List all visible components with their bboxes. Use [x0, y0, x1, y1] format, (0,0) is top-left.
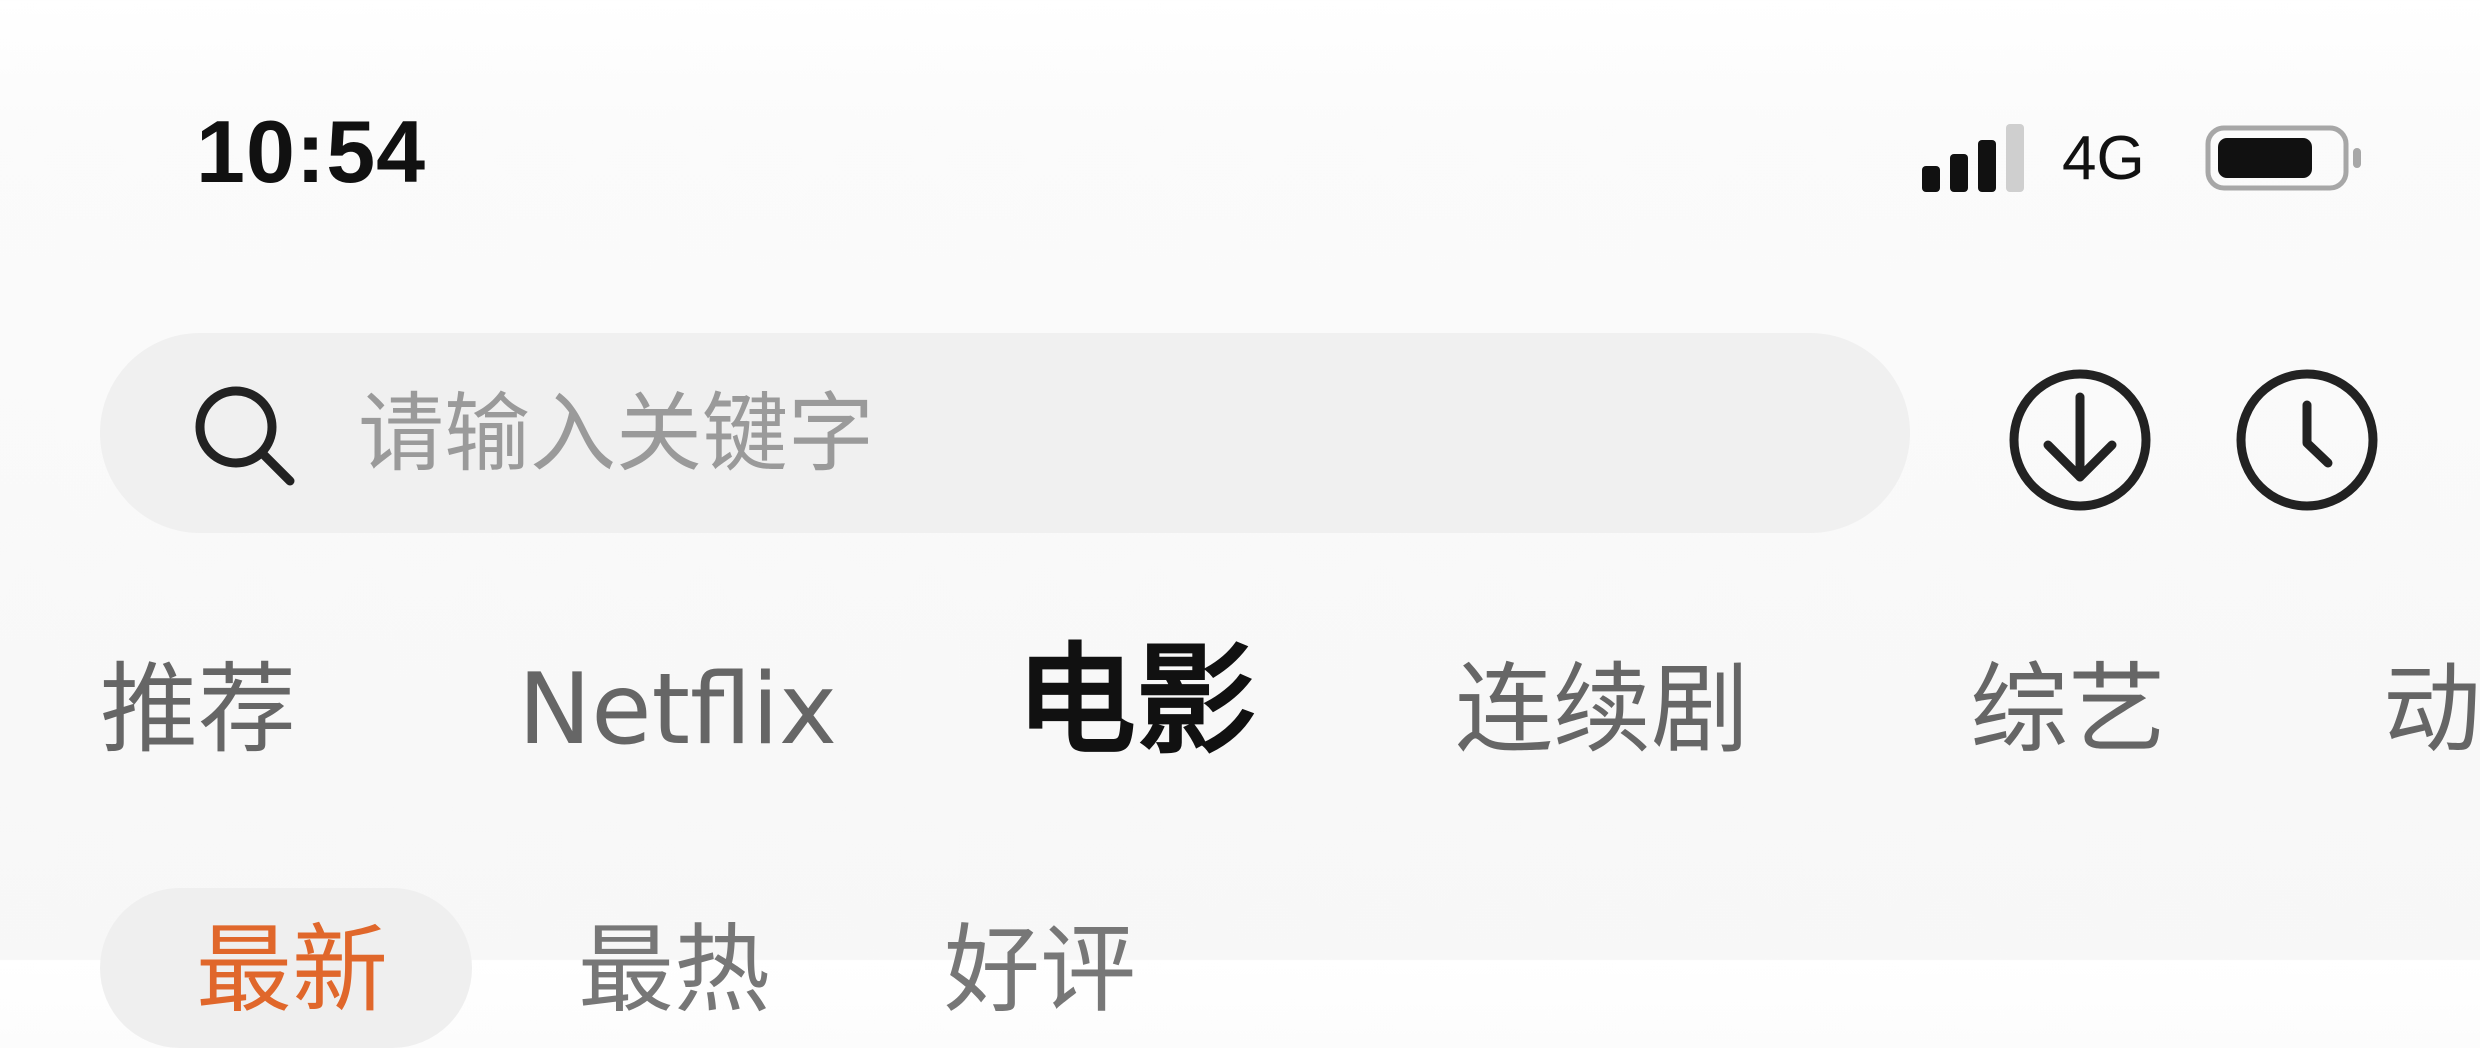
network-type: 4G [2062, 124, 2145, 193]
search-input[interactable]: 请输入关键字 [100, 333, 1910, 533]
tab-anime[interactable]: 动 [2383, 640, 2480, 780]
search-icon [195, 386, 295, 486]
signal-icon [1922, 124, 2024, 192]
subtab-latest[interactable]: 最新 [196, 922, 388, 1018]
download-icon[interactable] [2005, 365, 2155, 515]
tab-netflix[interactable]: Netflix [518, 640, 837, 780]
category-tabs: 推荐 Netflix 电影 连续剧 综艺 动 [0, 632, 2480, 780]
search-placeholder: 请输入关键字 [358, 384, 874, 484]
tab-variety[interactable]: 综艺 [1970, 640, 2166, 780]
history-icon[interactable] [2232, 365, 2382, 515]
tab-series[interactable]: 连续剧 [1455, 640, 1749, 780]
status-time: 10:54 [196, 102, 427, 201]
tab-movies[interactable]: 电影 [1016, 632, 1256, 772]
subtab-top-rated[interactable]: 好评 [944, 922, 1136, 1018]
battery-icon [2205, 125, 2361, 191]
subtab-hottest[interactable]: 最热 [578, 922, 770, 1018]
tab-recommend[interactable]: 推荐 [100, 640, 296, 780]
